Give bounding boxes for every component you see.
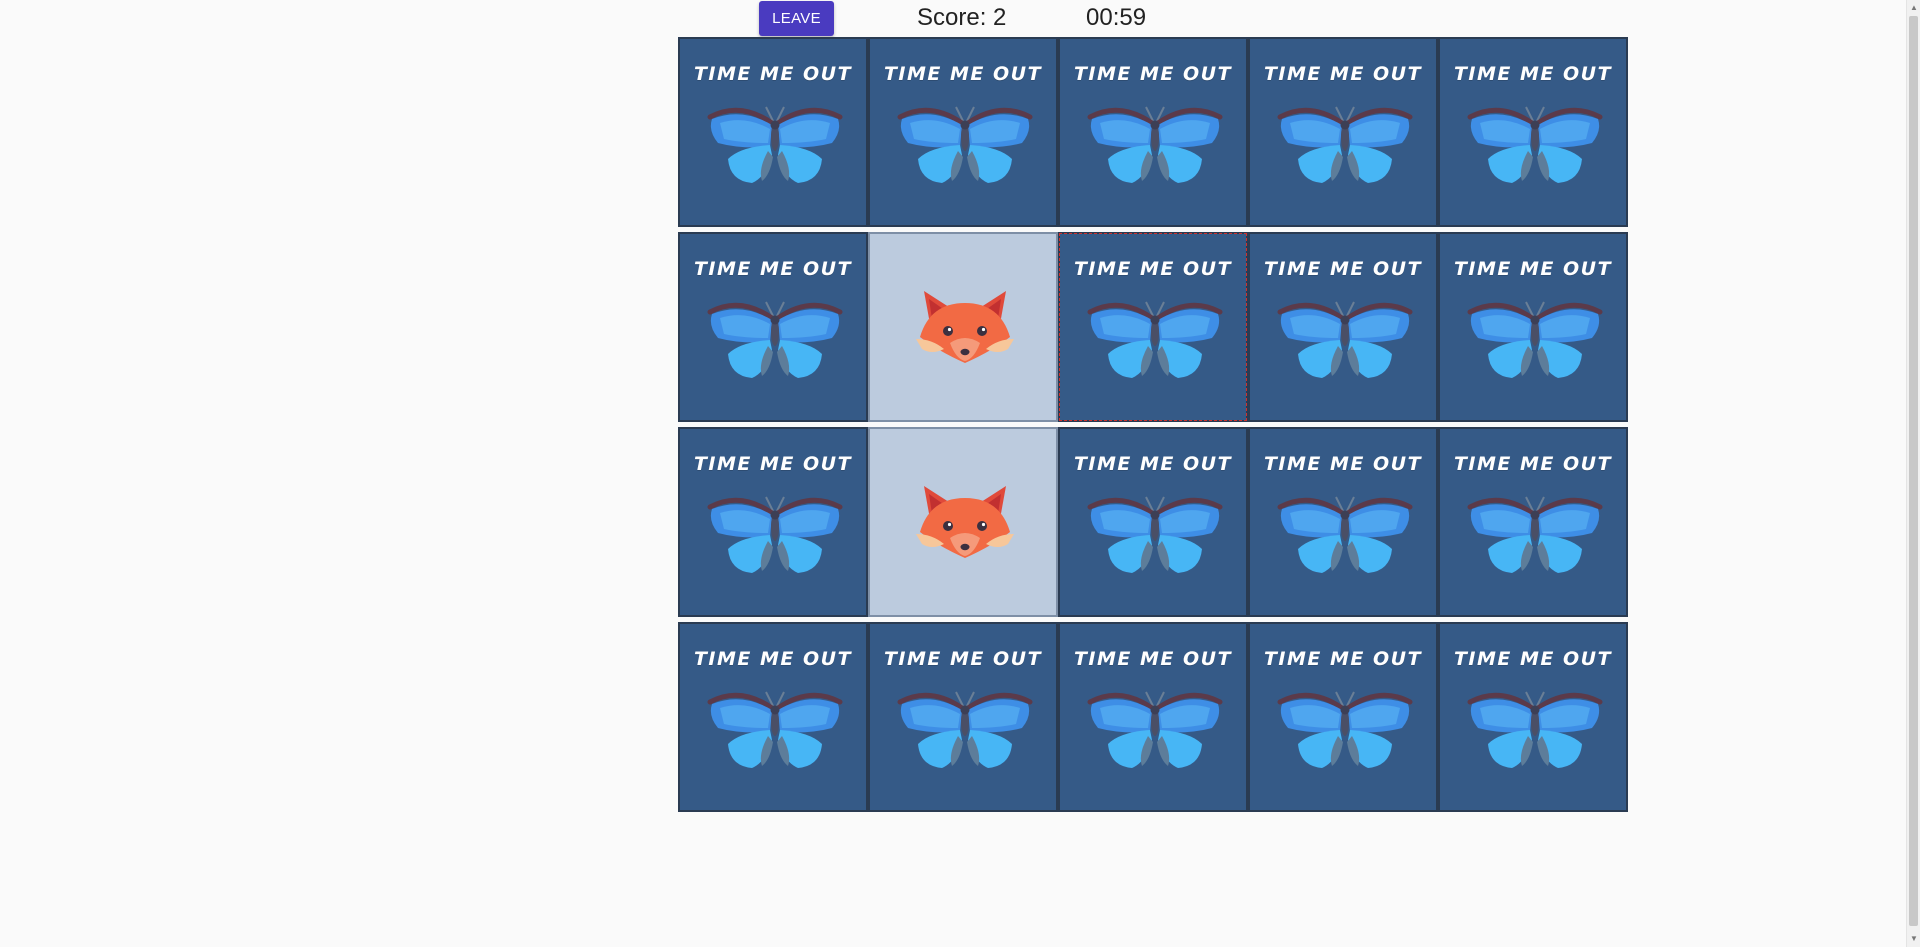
card-title: TIME ME OUT xyxy=(1073,258,1233,280)
card-back[interactable]: TIME ME OUT xyxy=(1438,427,1628,617)
butterfly-icon xyxy=(897,691,1033,768)
card-title: TIME ME OUT xyxy=(883,63,1043,85)
score-display: Score: 2 xyxy=(917,4,1007,31)
butterfly-icon xyxy=(1087,106,1223,183)
card-title: TIME ME OUT xyxy=(883,648,1043,670)
vertical-scrollbar[interactable]: ▲ ▼ xyxy=(1906,0,1920,947)
card-title: TIME ME OUT xyxy=(1263,258,1423,280)
card-back[interactable]: TIME ME OUT xyxy=(678,622,868,812)
butterfly-icon xyxy=(1087,496,1223,573)
card-back[interactable]: TIME ME OUT xyxy=(868,622,1058,812)
card-title: TIME ME OUT xyxy=(1453,453,1613,475)
butterfly-icon xyxy=(1277,691,1413,768)
card-title: TIME ME OUT xyxy=(693,258,853,280)
butterfly-icon xyxy=(1087,691,1223,768)
card-title: TIME ME OUT xyxy=(1073,63,1233,85)
card-back[interactable]: TIME ME OUT xyxy=(1058,622,1248,812)
butterfly-icon xyxy=(1277,106,1413,183)
card-title: TIME ME OUT xyxy=(693,63,853,85)
card-back[interactable]: TIME ME OUT xyxy=(678,427,868,617)
card-back[interactable]: TIME ME OUT xyxy=(1438,232,1628,422)
card-title: TIME ME OUT xyxy=(1453,648,1613,670)
card-back[interactable]: TIME ME OUT xyxy=(1248,622,1438,812)
card-title: TIME ME OUT xyxy=(1453,258,1613,280)
card-back[interactable]: TIME ME OUT xyxy=(678,232,868,422)
scroll-up-icon[interactable]: ▲ xyxy=(1909,2,1919,14)
scroll-down-icon[interactable]: ▼ xyxy=(1909,933,1919,945)
card-title: TIME ME OUT xyxy=(1453,63,1613,85)
fox-icon xyxy=(916,486,1014,558)
butterfly-icon xyxy=(1277,496,1413,573)
card-back[interactable]: TIME ME OUT xyxy=(1058,232,1248,422)
card-title: TIME ME OUT xyxy=(693,453,853,475)
scroll-thumb[interactable] xyxy=(1909,16,1918,926)
butterfly-icon xyxy=(707,496,843,573)
butterfly-icon xyxy=(1467,106,1603,183)
butterfly-icon xyxy=(707,106,843,183)
card-title: TIME ME OUT xyxy=(1263,63,1423,85)
fox-icon xyxy=(916,291,1014,363)
card-fox[interactable] xyxy=(868,232,1058,422)
butterfly-icon xyxy=(1467,496,1603,573)
card-title: TIME ME OUT xyxy=(693,648,853,670)
game-page: LEAVE Score: 2 00:59 TIME ME OUT TIME ME… xyxy=(0,0,1920,947)
card-title: TIME ME OUT xyxy=(1073,648,1233,670)
card-fox[interactable] xyxy=(868,427,1058,617)
timer-display: 00:59 xyxy=(1086,4,1147,31)
card-title: TIME ME OUT xyxy=(1263,453,1423,475)
butterfly-icon xyxy=(1467,301,1603,378)
card-back[interactable]: TIME ME OUT xyxy=(1058,427,1248,617)
card-title: TIME ME OUT xyxy=(1263,648,1423,670)
card-back[interactable]: TIME ME OUT xyxy=(1248,37,1438,227)
card-back[interactable]: TIME ME OUT xyxy=(1248,232,1438,422)
butterfly-icon xyxy=(707,691,843,768)
card-board: TIME ME OUT TIME ME OUT TIME ME OUT TIME… xyxy=(678,37,1628,812)
butterfly-icon xyxy=(897,106,1033,183)
card-back[interactable]: TIME ME OUT xyxy=(1438,622,1628,812)
card-title: TIME ME OUT xyxy=(1073,453,1233,475)
leave-button[interactable]: LEAVE xyxy=(759,1,834,36)
card-back[interactable]: TIME ME OUT xyxy=(1058,37,1248,227)
card-back[interactable]: TIME ME OUT xyxy=(678,37,868,227)
butterfly-icon xyxy=(1087,301,1223,378)
butterfly-icon xyxy=(707,301,843,378)
butterfly-icon xyxy=(1467,691,1603,768)
butterfly-icon xyxy=(1277,301,1413,378)
card-back[interactable]: TIME ME OUT xyxy=(1248,427,1438,617)
card-back[interactable]: TIME ME OUT xyxy=(1438,37,1628,227)
card-back[interactable]: TIME ME OUT xyxy=(868,37,1058,227)
